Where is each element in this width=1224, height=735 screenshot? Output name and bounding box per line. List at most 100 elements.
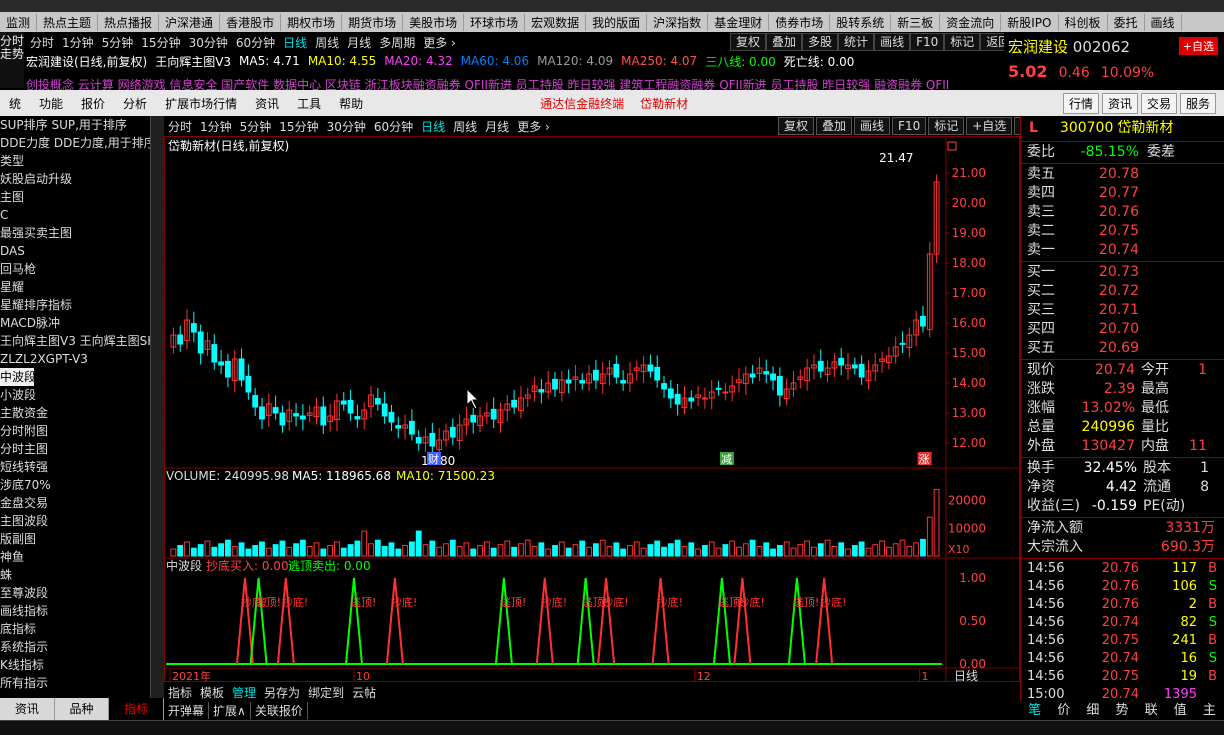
market-menu-item-14[interactable]: 股转系统 <box>830 13 892 31</box>
quote-tab-4[interactable]: 联 <box>1137 701 1166 720</box>
promo-link-1[interactable]: 岱勒新材 <box>632 95 696 112</box>
sidebar-item-5[interactable]: C <box>0 206 164 224</box>
bg-right-button-2[interactable]: 多股 <box>802 33 839 51</box>
chart-right-button-2[interactable]: 画线 <box>854 117 891 135</box>
menu-item-7[interactable]: 帮助 <box>330 95 372 112</box>
bg-right-button-5[interactable]: F10 <box>910 33 945 51</box>
sidebar-item-4[interactable]: 主图 <box>0 188 164 206</box>
quote-tab-0[interactable]: 笔 <box>1020 701 1049 720</box>
panel-close-icon[interactable] <box>947 141 957 151</box>
market-menu-item-7[interactable]: 美股市场 <box>403 13 465 31</box>
bottom-tab2-0[interactable]: 开弹幕 <box>164 701 210 719</box>
chart-right-button-0[interactable]: 复权 <box>778 117 815 135</box>
market-menu-item-18[interactable]: 科创板 <box>1059 13 1108 31</box>
sidebar-item-12[interactable]: 王向辉主图V3 王向辉主图SHA <box>0 332 164 350</box>
sidebar-item-31[interactable]: 所有指示 <box>0 674 164 692</box>
menu-right-button-2[interactable]: 交易 <box>1140 93 1177 114</box>
chart-right-button-4[interactable]: 标记 <box>928 117 965 135</box>
bottom-tab-4[interactable]: 绑定到 <box>304 684 348 701</box>
sidebar-tab-2[interactable]: 指标 <box>109 698 165 720</box>
bottom-tab-1[interactable]: 模板 <box>196 684 228 701</box>
quote-tab-3[interactable]: 势 <box>1107 701 1136 720</box>
bottom-tab2-2[interactable]: 关联报价 <box>251 701 308 719</box>
bg-tab-7[interactable]: 周线 <box>311 34 343 51</box>
sidebar-scrollbar[interactable] <box>150 116 164 698</box>
market-menu-item-15[interactable]: 新三板 <box>891 13 941 31</box>
chart-tab-7[interactable]: 周线 <box>449 118 481 135</box>
quote-tab-1[interactable]: 价 <box>1049 701 1078 720</box>
sidebar-item-7[interactable]: DAS <box>0 242 164 260</box>
bg-right-button-0[interactable]: 复权 <box>730 33 767 51</box>
sidebar-item-19[interactable]: 短线转强 <box>0 458 164 476</box>
sidebar-item-25[interactable]: 蛛 <box>0 566 164 584</box>
menu-item-2[interactable]: 报价 <box>72 95 114 112</box>
bottom-tab-0[interactable]: 指标 <box>164 684 196 701</box>
sidebar-item-2[interactable]: 类型 <box>0 152 164 170</box>
bg-tab-2[interactable]: 5分钟 <box>98 34 138 51</box>
market-menu-item-17[interactable]: 新股IPO <box>1001 13 1059 31</box>
market-menu-item-4[interactable]: 香港股市 <box>220 13 282 31</box>
market-menu-item-5[interactable]: 期权市场 <box>281 13 343 31</box>
chart-tab-3[interactable]: 15分钟 <box>275 118 322 135</box>
bg-right-button-4[interactable]: 画线 <box>874 33 911 51</box>
bg-tab-8[interactable]: 月线 <box>343 34 375 51</box>
market-menu-item-6[interactable]: 期货市场 <box>342 13 404 31</box>
market-menu-item-20[interactable]: 画线 <box>1145 13 1182 31</box>
sidebar-item-1[interactable]: DDE力度 DDE力度,用于排序 <box>0 134 164 152</box>
sidebar-item-23[interactable]: 版副图 <box>0 530 164 548</box>
menu-item-6[interactable]: 工具 <box>288 95 330 112</box>
sidebar-item-16[interactable]: 主散资金 <box>0 404 164 422</box>
market-menu-item-3[interactable]: 沪深港通 <box>159 13 221 31</box>
sidebar-item-20[interactable]: 涉底70% <box>0 476 164 494</box>
menu-right-button-1[interactable]: 资讯 <box>1101 93 1138 114</box>
sidebar-item-28[interactable]: 底指标 <box>0 620 164 638</box>
bottom-tab-3[interactable]: 另存为 <box>260 684 304 701</box>
quote-tab-5[interactable]: 值 <box>1166 701 1195 720</box>
bg-tab-5[interactable]: 60分钟 <box>232 34 279 51</box>
sidebar-item-21[interactable]: 金盘交易 <box>0 494 164 512</box>
sidebar-item-3[interactable]: 妖股启动升级 <box>0 170 164 188</box>
chart-right-button-1[interactable]: 叠加 <box>816 117 853 135</box>
sidebar-item-13[interactable]: ZLZL2XGPT-V3 <box>0 350 164 368</box>
bg-right-button-1[interactable]: 叠加 <box>766 33 803 51</box>
sidebar-item-0[interactable]: SUP排序 SUP,用于排序 <box>0 116 164 134</box>
sidebar-item-24[interactable]: 神鱼 <box>0 548 164 566</box>
sidebar-item-15[interactable]: 小波段 <box>0 386 164 404</box>
chart-tab-0[interactable]: 分时 <box>164 118 196 135</box>
bg-tab-0[interactable]: 分时 <box>26 34 58 51</box>
menu-item-3[interactable]: 分析 <box>114 95 156 112</box>
market-menu-item-12[interactable]: 基金理财 <box>708 13 770 31</box>
chart-tab-8[interactable]: 月线 <box>481 118 513 135</box>
market-menu-item-1[interactable]: 热点主题 <box>37 13 99 31</box>
sidebar-item-17[interactable]: 分时附图 <box>0 422 164 440</box>
menu-item-5[interactable]: 资讯 <box>246 95 288 112</box>
sidebar-item-6[interactable]: 最强买卖主图 <box>0 224 164 242</box>
market-menu-item-8[interactable]: 环球市场 <box>464 13 526 31</box>
chart-tab-5[interactable]: 60分钟 <box>370 118 417 135</box>
sidebar-item-27[interactable]: 画线指标 <box>0 602 164 620</box>
sidebar-tab-0[interactable]: 资讯 <box>0 698 55 720</box>
bg-tab-9[interactable]: 多周期 <box>375 34 419 51</box>
bottom-tab-5[interactable]: 云帖 <box>348 684 380 701</box>
sidebar-item-18[interactable]: 分时主图 <box>0 440 164 458</box>
market-menu-item-11[interactable]: 沪深指数 <box>647 13 709 31</box>
sidebar-item-8[interactable]: 回马枪 <box>0 260 164 278</box>
sidebar-item-14[interactable]: 中波段 <box>0 368 34 386</box>
menu-item-1[interactable]: 功能 <box>30 95 72 112</box>
quote-tab-2[interactable]: 细 <box>1078 701 1107 720</box>
sidebar-item-11[interactable]: MACD脉冲 <box>0 314 164 332</box>
market-menu-item-19[interactable]: 委托 <box>1108 13 1145 31</box>
bg-tab-1[interactable]: 1分钟 <box>58 34 98 51</box>
sidebar-item-29[interactable]: 系统指示 <box>0 638 164 656</box>
chart-tab-2[interactable]: 5分钟 <box>236 118 276 135</box>
bg-tab-10[interactable]: 更多 › <box>419 34 460 51</box>
chart-right-button-3[interactable]: F10 <box>892 117 927 135</box>
bg-self-select-button[interactable]: +自选 <box>1178 37 1218 55</box>
bg-right-button-6[interactable]: 标记 <box>944 33 981 51</box>
bottom-tab-2[interactable]: 管理 <box>228 684 260 701</box>
menu-right-button-0[interactable]: 行情 <box>1062 93 1099 114</box>
sidebar-item-22[interactable]: 主图波段 <box>0 512 164 530</box>
quote-tab-6[interactable]: 主 <box>1195 701 1224 720</box>
bg-side-label[interactable]: 分时走势 <box>0 32 24 88</box>
market-menu-item-10[interactable]: 我的版面 <box>586 13 648 31</box>
